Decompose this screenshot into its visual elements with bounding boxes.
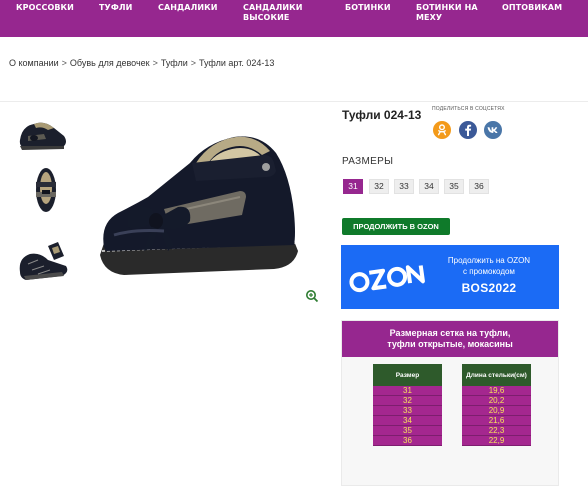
- nav-item-sneakers[interactable]: КРОССОВКИ: [16, 3, 74, 13]
- size-option-31[interactable]: 31: [343, 179, 363, 194]
- top-nav: КРОССОВКИ ТУФЛИ САНДАЛИКИ САНДАЛИКИ ВЫСОК…: [0, 0, 588, 37]
- breadcrumb-shoes[interactable]: Туфли: [161, 58, 188, 68]
- size-option-34[interactable]: 34: [419, 179, 439, 194]
- sizes-label: РАЗМЕРЫ: [342, 156, 394, 167]
- breadcrumb-separator: >: [190, 58, 197, 68]
- size-cell: 33: [373, 406, 442, 416]
- nav-item-high-sandals[interactable]: САНДАЛИКИ ВЫСОКИЕ: [243, 3, 303, 23]
- breadcrumb-about[interactable]: О компании: [9, 58, 59, 68]
- size-option-36[interactable]: 36: [469, 179, 489, 194]
- size-chart: Размерная сетка на туфли, туфли открытые…: [341, 320, 559, 486]
- facebook-icon[interactable]: [459, 121, 477, 139]
- nav-item-shoes[interactable]: ТУФЛИ: [99, 3, 132, 13]
- ozon-banner-subtext: с промокодом: [463, 267, 515, 276]
- zoom-icon[interactable]: [305, 289, 319, 303]
- breadcrumb-separator: >: [61, 58, 67, 68]
- ozon-banner-text: Продолжить на OZON: [447, 256, 531, 265]
- size-option-32[interactable]: 32: [369, 179, 389, 194]
- product-thumbnail[interactable]: [14, 110, 72, 158]
- size-cell: 31: [373, 386, 442, 396]
- length-cell: 22,9: [462, 436, 531, 446]
- nav-item-sandals[interactable]: САНДАЛИКИ: [158, 3, 218, 13]
- nav-item-wholesale[interactable]: ОПТОВИКАМ: [502, 3, 562, 13]
- size-option-35[interactable]: 35: [444, 179, 464, 194]
- nav-item-boots[interactable]: БОТИНКИ: [345, 3, 391, 13]
- breadcrumb: О компании > Обувь для девочек > Туфли > Туфли…: [9, 58, 274, 68]
- length-column-header: Длина стельки(см): [462, 364, 531, 386]
- size-option-33[interactable]: 33: [394, 179, 414, 194]
- size-chart-title-line: Размерная сетка на туфли,: [389, 328, 511, 338]
- length-cell: 21,6: [462, 416, 531, 426]
- length-column: Длина стельки(см) 19,6 20,2 20,9 21,6 22…: [462, 364, 531, 446]
- size-chart-title: Размерная сетка на туфли, туфли открытые…: [342, 321, 558, 357]
- size-cell: 32: [373, 396, 442, 406]
- breadcrumb-girls-shoes[interactable]: Обувь для девочек: [70, 58, 150, 68]
- length-cell: 19,6: [462, 386, 531, 396]
- ozon-logo: [347, 259, 431, 300]
- product-main-image[interactable]: [94, 123, 304, 293]
- size-cell: 35: [373, 426, 442, 436]
- product-thumbnail[interactable]: [14, 236, 72, 284]
- size-chart-title-line: туфли открытые, мокасины: [387, 339, 513, 349]
- nav-item-winter-boots[interactable]: БОТИНКИ НА МЕХУ: [416, 3, 478, 23]
- ozon-promo-banner[interactable]: Продолжить на OZON с промокодом BOS2022: [341, 245, 559, 309]
- size-cell: 34: [373, 416, 442, 426]
- size-cell: 36: [373, 436, 442, 446]
- size-column-header: Размер: [373, 364, 442, 386]
- share-label: ПОДЕЛИТЬСЯ В СОЦСЕТЯХ: [432, 106, 505, 112]
- length-cell: 22,3: [462, 426, 531, 436]
- breadcrumb-separator: >: [152, 58, 158, 68]
- vk-icon[interactable]: [484, 121, 502, 139]
- product-title: Туфли 024-13: [342, 108, 422, 122]
- length-cell: 20,9: [462, 406, 531, 416]
- continue-ozon-button[interactable]: ПРОДОЛЖИТЬ В OZON: [342, 218, 450, 235]
- product-thumbnail[interactable]: [14, 166, 72, 214]
- odnoklassniki-icon[interactable]: [433, 121, 451, 139]
- breadcrumb-current: Туфли арт. 024-13: [199, 58, 275, 68]
- size-column: Размер 31 32 33 34 35 36: [373, 364, 442, 446]
- length-cell: 20,2: [462, 396, 531, 406]
- ozon-promo-code: BOS2022: [461, 281, 517, 295]
